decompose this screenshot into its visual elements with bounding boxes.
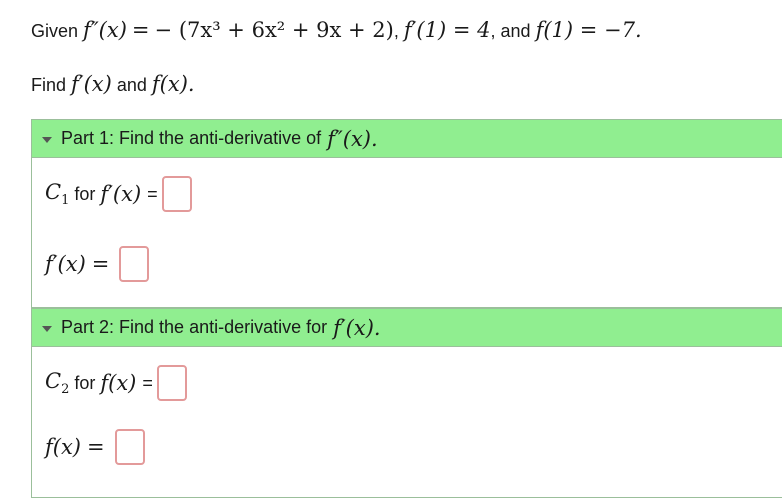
- c2-row: C2 for f(x) =: [45, 365, 187, 401]
- first-derivative-condition: f′(1) = 4: [403, 18, 491, 42]
- part-2-header[interactable]: Part 2: Find the anti-derivative for f′(…: [32, 309, 782, 347]
- given-label: Given: [31, 21, 79, 41]
- find-label: Find: [31, 75, 67, 95]
- problem-statement: Given f″(x) = − (7x³ + 6x² + 9x + 2), f′…: [31, 18, 642, 42]
- c2-symbol: C2: [45, 368, 70, 398]
- c2-answer-input[interactable]: [156, 365, 187, 401]
- c1-symbol: C1: [45, 179, 70, 209]
- fprime-row: f′(x) =: [45, 246, 150, 282]
- c2-for-label: for: [69, 372, 101, 393]
- find-first-derivative: f′(x): [71, 72, 112, 96]
- part-1-header[interactable]: Part 1: Find the anti-derivative of f″(x…: [32, 120, 782, 158]
- part-1-panel: Part 1: Find the anti-derivative of f″(x…: [31, 119, 782, 308]
- find-and-label: and: [116, 75, 147, 95]
- f-equals: =: [87, 435, 105, 459]
- f-answer-input[interactable]: [114, 429, 145, 465]
- c1-answer-input[interactable]: [161, 176, 192, 212]
- c2-equals: =: [142, 372, 153, 393]
- f-symbol: f(x): [45, 435, 82, 459]
- part-2-panel: Part 2: Find the anti-derivative for f′(…: [31, 308, 782, 498]
- c1-row: C1 for f′(x) =: [45, 176, 192, 212]
- fprime-answer-input[interactable]: [119, 246, 150, 282]
- equals-sign: =: [131, 18, 150, 42]
- and-label: and: [500, 21, 531, 41]
- c2-function: f(x): [100, 371, 137, 395]
- derivative-expression: − (7x³ + 6x² + 9x + 2): [154, 18, 394, 42]
- fprime-equals: =: [91, 252, 110, 276]
- find-statement: Find f′(x) and f(x).: [31, 72, 195, 96]
- c1-function: f′(x): [100, 182, 142, 206]
- part-2-title: Part 2: Find the anti-derivative for: [61, 317, 328, 337]
- part-1-title: Part 1: Find the anti-derivative of: [61, 128, 322, 148]
- c1-for-label: for: [69, 183, 101, 204]
- c1-equals: =: [147, 183, 158, 204]
- f-row: f(x) =: [45, 429, 145, 465]
- caret-down-icon[interactable]: [42, 325, 52, 332]
- function-condition: f(1) = −7.: [535, 18, 642, 42]
- part-2-title-math: f′(x).: [333, 315, 381, 340]
- caret-down-icon[interactable]: [42, 136, 52, 143]
- find-function: f(x).: [151, 72, 195, 96]
- part-1-title-math: f″(x).: [327, 126, 378, 151]
- f-second-derivative: f″(x): [83, 18, 127, 42]
- fprime-symbol: f′(x): [45, 252, 86, 276]
